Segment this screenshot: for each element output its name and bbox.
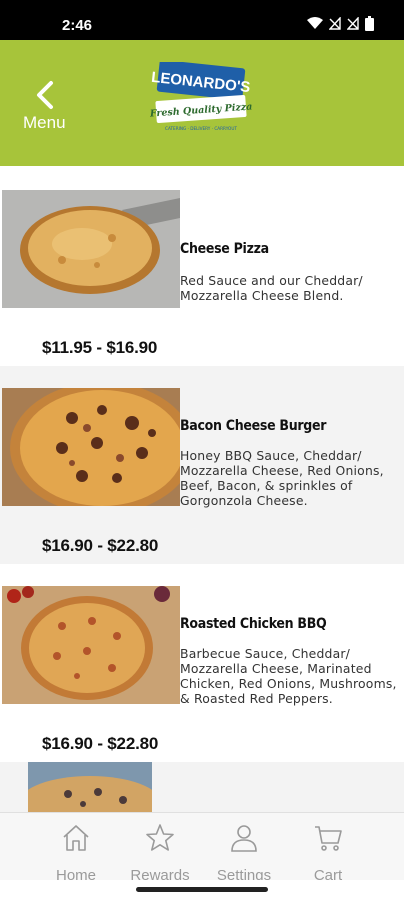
leonardos-logo: LEONARDO'S Fresh Quality Pizza CATERING …	[149, 59, 253, 136]
status-time: 2:46	[62, 17, 93, 34]
wifi-icon	[307, 17, 323, 29]
nav-cart[interactable]: Cart	[286, 821, 370, 884]
nav-rewards[interactable]: Rewards	[118, 821, 202, 884]
menu-list: Cheese Pizza Red Sauce and our Cheddar/ …	[0, 166, 404, 812]
chevron-left-icon	[37, 81, 53, 109]
menu-item-roasted-chicken-bbq[interactable]: Roasted Chicken BBQ Barbecue Sauce, Ched…	[0, 564, 404, 762]
back-label: Menu	[23, 113, 66, 132]
signal-off-icon-2	[347, 17, 359, 30]
battery-icon	[365, 16, 374, 31]
item-price: $11.95 - $16.90	[42, 338, 158, 357]
item-description: Honey BBQ Sauce, Cheddar/ Mozzarella Che…	[180, 448, 384, 508]
menu-item-bacon-cheese-burger[interactable]: Bacon Cheese Burger Honey BBQ Sauce, Che…	[0, 366, 404, 564]
home-indicator[interactable]	[136, 887, 268, 892]
item-name: Bacon Cheese Burger	[180, 418, 327, 434]
item-name: Roasted Chicken BBQ	[180, 616, 327, 632]
nav-home[interactable]: Home	[34, 821, 118, 884]
back-button[interactable]: Menu	[20, 80, 74, 136]
item-description: Barbecue Sauce, Cheddar/ Mozzarella Chee…	[180, 646, 397, 706]
star-icon	[146, 824, 174, 851]
bottom-navigation: Home Rewards Settings Cart	[0, 812, 404, 884]
item-name: Cheese Pizza	[180, 241, 269, 257]
home-icon	[63, 825, 89, 851]
menu-item-partial[interactable]	[0, 762, 404, 812]
cart-icon	[315, 826, 342, 851]
menu-item-cheese-pizza[interactable]: Cheese Pizza Red Sauce and our Cheddar/ …	[0, 166, 404, 366]
gesture-bar	[0, 880, 404, 900]
cheese-pizza-image	[2, 190, 180, 308]
item-description: Red Sauce and our Cheddar/ Mozzarella Ch…	[180, 273, 363, 303]
signal-off-icon	[329, 17, 341, 30]
item-price: $16.90 - $22.80	[42, 734, 159, 753]
roasted-chicken-bbq-image	[2, 586, 180, 704]
item-price: $16.90 - $22.80	[42, 536, 159, 555]
status-bar: 2:46	[0, 0, 404, 40]
person-icon	[231, 825, 257, 852]
app-header: Menu LEONARDO'S Fresh Quality Pizza CATE…	[0, 40, 404, 166]
bacon-cheese-burger-image	[2, 388, 180, 506]
logo-small: CATERING · DELIVERY · CARRYOUT	[165, 126, 237, 131]
partial-pizza-image	[28, 762, 152, 812]
status-icons	[307, 16, 374, 31]
nav-settings[interactable]: Settings	[202, 821, 286, 884]
